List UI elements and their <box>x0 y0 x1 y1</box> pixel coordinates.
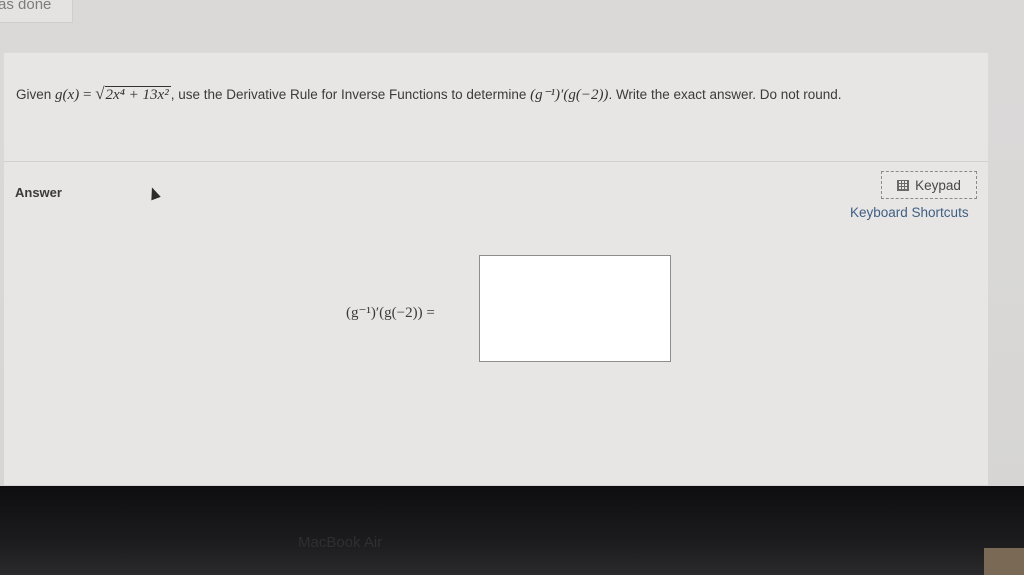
equals-sign: = <box>82 87 92 103</box>
keypad-label: Keypad <box>915 177 961 193</box>
mouse-cursor-icon <box>147 185 161 201</box>
question-card: Given g(x) = √2x⁴ + 13x², use the Deriva… <box>4 52 988 485</box>
function-lhs: g(x) <box>55 87 80 103</box>
target-expression: (g⁻¹)′(g(−2)) <box>530 87 609 103</box>
laptop-bezel: MacBook Air <box>0 486 1024 575</box>
question-sentence-mid: , use the Derivative Rule for Inverse Fu… <box>170 87 527 102</box>
bezel-brand: MacBook Air <box>298 534 383 551</box>
previous-tab-strip[interactable]: as done <box>0 0 73 23</box>
question-sentence-end: . Write the exact answer. Do not round. <box>608 87 842 102</box>
sqrt-content: 2x⁴ + 13x² <box>104 86 171 103</box>
top-label: as done <box>0 0 52 13</box>
keyboard-shortcuts-link[interactable]: Keyboard Shortcuts <box>850 205 969 220</box>
calculator-icon <box>897 179 910 191</box>
radical-icon: √ <box>95 84 105 103</box>
answer-input[interactable] <box>479 255 671 362</box>
desk-surface <box>984 548 1024 575</box>
square-root: √2x⁴ + 13x² <box>95 81 171 108</box>
question-text: Given g(x) = √2x⁴ + 13x², use the Deriva… <box>16 81 976 108</box>
keypad-button[interactable]: Keypad <box>881 171 977 199</box>
given-word: Given <box>16 87 52 102</box>
section-divider <box>4 161 988 162</box>
screen: as done Given g(x) = √2x⁴ + 13x², use th… <box>0 0 1024 490</box>
answer-expression: (g⁻¹)′(g(−2)) = <box>346 305 435 321</box>
answer-label: Answer <box>15 185 62 200</box>
